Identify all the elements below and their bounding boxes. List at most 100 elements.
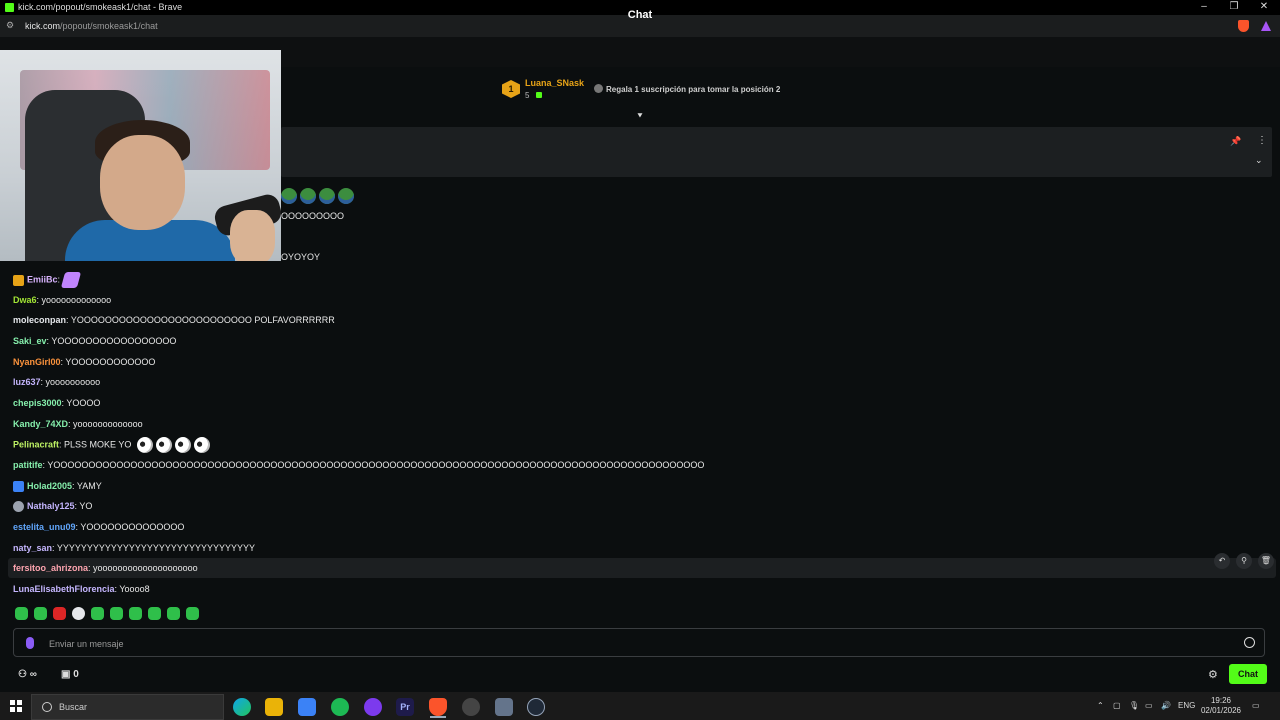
brave-rewards-icon[interactable]	[1261, 21, 1271, 31]
pin-icon[interactable]: 📌	[1230, 136, 1241, 147]
points-infinite-icon[interactable]: ⚇ ∞	[18, 669, 37, 680]
language-indicator[interactable]: ENG	[1178, 701, 1195, 710]
network-icon[interactable]: ▭	[1145, 701, 1153, 710]
stream-video-overlay[interactable]	[0, 50, 281, 261]
message-username[interactable]: moleconpan	[13, 315, 66, 325]
emoji-icon[interactable]	[1244, 637, 1255, 648]
leaderboard-user[interactable]: Luana_SNask	[525, 78, 584, 88]
chat-message[interactable]: LunaElisabethFlorencia: Yoooo8	[13, 582, 150, 596]
chat-message[interactable]: NyanGirl00: YOOOOOOOOOOOO	[13, 355, 155, 369]
taskbar-search[interactable]: Buscar	[31, 694, 224, 720]
discord-icon[interactable]	[364, 698, 382, 716]
microphone-icon[interactable]	[26, 637, 34, 649]
emote-icon[interactable]	[186, 607, 199, 620]
emote-icon[interactable]	[148, 607, 161, 620]
tray-chevron-icon[interactable]: ⌃	[1097, 701, 1104, 710]
brave-icon[interactable]	[429, 698, 447, 716]
panda-emote-icon	[193, 437, 210, 453]
chat-message[interactable]: Kandy_74XD: yooooooooooooo	[13, 417, 143, 431]
chat-input-box[interactable]	[13, 628, 1265, 657]
tray-icon[interactable]: ▢	[1113, 701, 1121, 710]
gift-icon	[536, 92, 542, 98]
chat-message[interactable]: Nathaly125: YO	[13, 499, 92, 513]
microphone-tray-icon[interactable]: 🎙	[1129, 701, 1139, 710]
emote-icon[interactable]	[72, 607, 85, 620]
message-username[interactable]: Holad2005	[27, 481, 72, 491]
more-options-icon[interactable]: ⋮	[1257, 135, 1267, 146]
chat-message[interactable]: Pelinacraft: PLSS MOKE YO	[13, 437, 210, 453]
chat-message[interactable]: moleconpan: YOOOOOOOOOOOOOOOOOOOOOOOOO P…	[13, 313, 335, 327]
chat-message[interactable]: chepis3000: YOOOO	[13, 396, 100, 410]
url-text[interactable]: kick.com/popout/smokeask1/chat	[25, 21, 158, 31]
message-username[interactable]: estelita_unu09	[13, 522, 76, 532]
message-username[interactable]: Dwa6	[13, 295, 37, 305]
chevron-down-icon[interactable]: ⌄	[1255, 155, 1263, 166]
notifications-icon[interactable]: ▭	[1252, 701, 1260, 710]
edge-icon[interactable]	[233, 698, 251, 716]
emote-icon[interactable]	[110, 607, 123, 620]
gear-icon[interactable]: ⚙	[1208, 668, 1218, 681]
chat-message[interactable]: estelita_unu09: YOOOOOOOOOOOOOO	[13, 520, 184, 534]
message-text: Yoooo8	[119, 584, 150, 594]
message-text: YO	[79, 501, 93, 511]
volume-icon[interactable]: 🔊	[1161, 701, 1171, 710]
message-text: YOOOOOOOOOOOO	[65, 357, 156, 367]
message-text: yooooooooooooo	[41, 295, 112, 305]
emote-icon[interactable]	[167, 607, 180, 620]
site-settings-icon[interactable]: ⚙	[6, 20, 16, 30]
message-username[interactable]: luz637	[13, 377, 41, 387]
windows-start-icon[interactable]	[10, 700, 22, 712]
leaderboard-cta[interactable]: Regala 1 suscripción para tomar la posic…	[606, 85, 780, 94]
emote-icon[interactable]	[129, 607, 142, 620]
premiere-pro-icon[interactable]: Pr	[396, 698, 414, 716]
message-username[interactable]: Pelinacraft	[13, 439, 59, 449]
chat-message[interactable]: Holad2005: YAMY	[13, 479, 102, 493]
emote-icon	[60, 272, 81, 288]
message-username[interactable]: Kandy_74XD	[13, 419, 68, 429]
file-explorer-icon[interactable]	[265, 698, 283, 716]
send-chat-button[interactable]: Chat	[1229, 664, 1267, 684]
chat-message-input[interactable]	[47, 636, 1231, 652]
chat-message[interactable]: patitife: YOOOOOOOOOOOOOOOOOOOOOOOOOOOOO…	[13, 458, 704, 472]
emote-icon[interactable]	[91, 607, 104, 620]
chat-message[interactable]: naty_san: YYYYYYYYYYYYYYYYYYYYYYYYYYYYYY…	[13, 541, 255, 555]
emote-icon[interactable]	[53, 607, 66, 620]
emote-icon	[281, 188, 297, 204]
pin-message-icon[interactable]: ⚲	[1236, 553, 1252, 569]
message-username[interactable]: NyanGirl00	[13, 357, 61, 367]
chat-message[interactable]: Saki_ev: YOOOOOOOOOOOOOOOOO	[13, 334, 176, 348]
gift-counter[interactable]: ▣ 0	[61, 669, 79, 680]
avatar-badge-icon	[13, 501, 24, 513]
message-username[interactable]: EmiiBc	[27, 274, 58, 284]
message-username[interactable]: fersitoo_ahrizona	[13, 563, 88, 573]
message-text: PLSS MOKE YO	[64, 439, 132, 450]
chat-message[interactable]: EmiiBc:	[13, 272, 81, 288]
tool-badge-icon	[13, 481, 24, 493]
chat-message[interactable]: luz637: yoooooooooo	[13, 375, 100, 389]
message-username[interactable]: LunaElisabethFlorencia	[13, 584, 115, 594]
clock[interactable]: 19:26 02/01/2026	[1199, 696, 1243, 716]
spotify-icon[interactable]	[331, 698, 349, 716]
app-icon[interactable]	[527, 698, 545, 716]
collapse-leaderboard-icon[interactable]: ⯆	[634, 112, 646, 121]
obs-icon[interactable]	[462, 698, 480, 716]
message-username[interactable]: naty_san	[13, 543, 52, 553]
app-icon[interactable]	[495, 698, 513, 716]
crown-badge-icon	[13, 274, 24, 286]
message-username[interactable]: Saki_ev	[13, 336, 47, 346]
emote-icon[interactable]	[34, 607, 47, 620]
store-icon[interactable]	[298, 698, 316, 716]
message-username[interactable]: patitife	[13, 460, 43, 470]
emote-icon[interactable]	[15, 607, 28, 620]
message-text: yoooooooooo	[45, 377, 101, 387]
emote-quick-bar	[15, 607, 205, 625]
chat-message[interactable]: Dwa6: yooooooooooooo	[13, 293, 111, 307]
message-username[interactable]: chepis3000	[13, 398, 62, 408]
chat-message-hovered[interactable]: fersitoo_ahrizona: yoooooooooooooooooooo	[13, 561, 198, 575]
reply-icon[interactable]: ↶	[1214, 553, 1230, 569]
delete-icon[interactable]: 🗑	[1258, 553, 1274, 569]
panda-emote-icon	[174, 437, 191, 453]
message-username[interactable]: Nathaly125	[27, 501, 75, 511]
brave-shields-icon[interactable]	[1238, 20, 1249, 32]
pinned-message[interactable]	[281, 127, 1272, 177]
